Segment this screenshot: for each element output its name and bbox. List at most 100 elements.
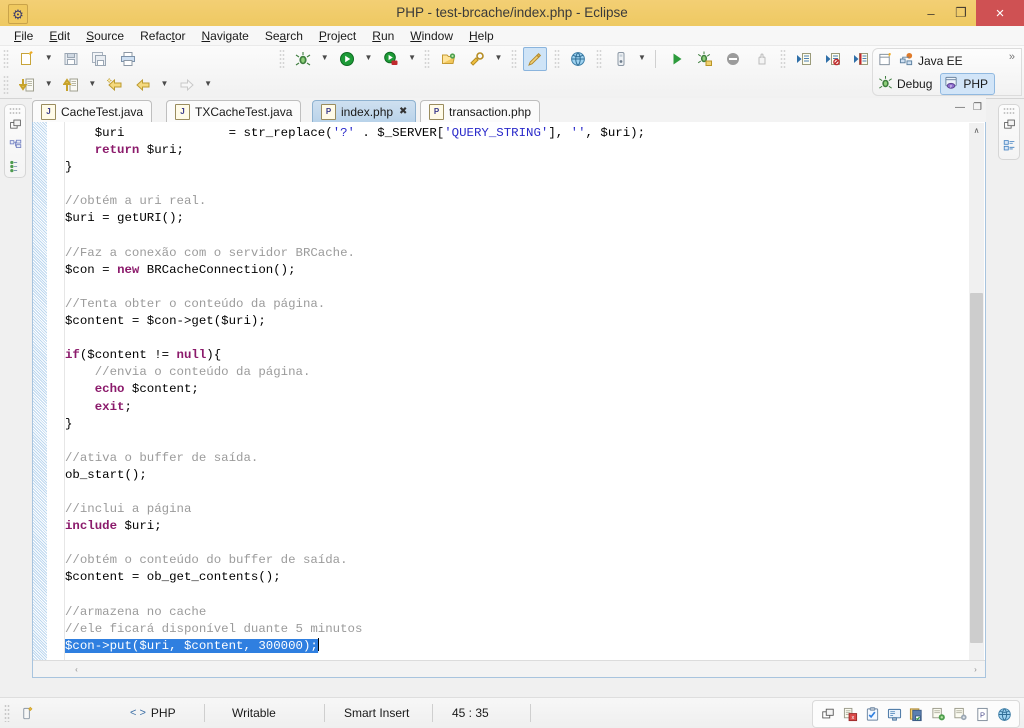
project-explorer-icon[interactable] xyxy=(905,703,927,725)
restore-layout-icon[interactable] xyxy=(817,703,839,725)
perspective-row-1: Java EE xyxy=(873,49,1021,72)
scroll-right-arrow[interactable]: › xyxy=(968,662,983,676)
close-button[interactable]: × xyxy=(976,0,1024,26)
insert-mode-status[interactable]: Smart Insert xyxy=(334,698,430,728)
resume-icon[interactable] xyxy=(665,47,689,71)
browser-view-icon[interactable] xyxy=(993,703,1015,725)
outline-view-icon[interactable] xyxy=(999,135,1019,156)
perspective-overflow-chevron[interactable]: » xyxy=(1009,51,1015,63)
run-last-tool-dropdown-arrow[interactable]: ▼ xyxy=(406,46,418,70)
terminate-icon[interactable] xyxy=(721,47,745,71)
menu-project[interactable]: Project xyxy=(311,28,364,44)
toggle-breakpoint-icon[interactable] xyxy=(609,47,633,71)
debug-perspective-icon[interactable] xyxy=(878,75,893,93)
toolbar-grip-4[interactable] xyxy=(510,49,517,69)
debug-dropdown-arrow[interactable]: ▼ xyxy=(319,46,331,70)
restore-view-icon-right[interactable] xyxy=(999,114,1019,135)
toolbar-grip-2[interactable] xyxy=(279,49,286,69)
menu-window[interactable]: Window xyxy=(402,28,461,44)
php-explorer-icon[interactable] xyxy=(5,135,25,156)
run-icon[interactable] xyxy=(335,47,359,71)
step-over-icon[interactable] xyxy=(821,47,845,71)
minimize-editor-stack-icon[interactable]: — xyxy=(955,102,965,113)
menu-navigate[interactable]: Navigate xyxy=(193,28,256,44)
editor-tab-cachetest-java[interactable]: J CacheTest.java xyxy=(32,100,153,122)
toolbar-grip-6[interactable] xyxy=(596,49,603,69)
print-icon[interactable] xyxy=(116,47,140,71)
search-icon[interactable] xyxy=(465,47,489,71)
toolbar-grip-7[interactable] xyxy=(779,49,786,69)
language-status[interactable]: < > PHP xyxy=(120,698,204,728)
editor-tab-transaction-php[interactable]: P transaction.php xyxy=(420,100,541,122)
vertical-scroll-thumb[interactable] xyxy=(970,293,983,643)
save-icon[interactable] xyxy=(59,47,83,71)
editor-tab-txcachetest-java[interactable]: J TXCacheTest.java xyxy=(166,100,302,122)
perspective-label-java-ee[interactable]: Java EE xyxy=(918,54,963,68)
deploy-in-icon[interactable] xyxy=(927,703,949,725)
deploy-out-icon[interactable] xyxy=(949,703,971,725)
search-dropdown-arrow[interactable]: ▼ xyxy=(493,46,505,70)
code-editor[interactable]: $uri = str_replace('?' . $_SERVER['QUERY… xyxy=(32,122,986,678)
step-return-icon[interactable] xyxy=(849,47,873,71)
forward-icon[interactable] xyxy=(175,73,199,97)
import-icon[interactable] xyxy=(59,73,83,97)
toolbar-grip[interactable] xyxy=(3,49,9,69)
scroll-up-arrow[interactable]: ∧ xyxy=(969,123,984,138)
php-view-icon[interactable]: P xyxy=(971,703,993,725)
open-perspective-icon[interactable] xyxy=(878,52,893,70)
menu-search[interactable]: Search xyxy=(257,28,311,44)
restore-view-icon[interactable] xyxy=(5,114,25,135)
problems-icon[interactable]: x xyxy=(839,703,861,725)
close-icon[interactable]: ✖ xyxy=(399,106,407,117)
annotation-ruler[interactable] xyxy=(33,122,47,676)
run-last-tool-icon[interactable] xyxy=(379,47,403,71)
save-all-icon[interactable] xyxy=(87,47,111,71)
console-icon[interactable] xyxy=(883,703,905,725)
new-wizard-icon[interactable] xyxy=(15,47,39,71)
cursor-position-status[interactable]: 45 : 35 xyxy=(442,698,532,728)
menu-source[interactable]: Source xyxy=(78,28,132,44)
suspend-icon[interactable] xyxy=(750,47,774,71)
perspective-label-debug[interactable]: Debug xyxy=(897,77,932,91)
export-dropdown-arrow[interactable]: ▼ xyxy=(43,72,55,96)
export-icon[interactable] xyxy=(15,73,39,97)
outline-tree-icon[interactable] xyxy=(5,156,25,177)
breakpoint-dropdown-arrow[interactable]: ▼ xyxy=(636,46,648,70)
maximize-button[interactable]: ❐ xyxy=(946,0,976,26)
menu-help[interactable]: Help xyxy=(461,28,502,44)
toolbar-grip-3[interactable] xyxy=(424,49,431,69)
writable-status[interactable]: Writable xyxy=(222,698,322,728)
status-grip[interactable] xyxy=(4,704,10,722)
menu-run[interactable]: Run xyxy=(364,28,402,44)
drag-grip-right[interactable] xyxy=(1003,107,1015,114)
menu-file[interactable]: File xyxy=(6,28,41,44)
scroll-left-arrow[interactable]: ‹ xyxy=(69,662,84,676)
back-dropdown-arrow[interactable]: ▼ xyxy=(158,72,170,96)
menu-edit[interactable]: Edit xyxy=(41,28,78,44)
maximize-editor-stack-icon[interactable]: ❐ xyxy=(973,102,982,113)
debug-icon[interactable] xyxy=(291,47,315,71)
import-dropdown-arrow[interactable]: ▼ xyxy=(86,72,98,96)
back-icon[interactable] xyxy=(131,73,155,97)
debug-step-icon[interactable] xyxy=(693,47,717,71)
java-ee-perspective-icon[interactable] xyxy=(899,52,914,70)
run-dropdown-arrow[interactable]: ▼ xyxy=(362,46,374,70)
minimize-button[interactable]: – xyxy=(916,0,946,26)
tasks-icon[interactable] xyxy=(861,703,883,725)
menu-refactor[interactable]: Refactor xyxy=(132,28,193,44)
drag-grip[interactable] xyxy=(9,107,21,114)
horizontal-scrollbar[interactable]: ‹ › xyxy=(33,660,985,677)
perspective-chip-php[interactable]: p PHP xyxy=(940,72,996,95)
new-dropdown-arrow[interactable]: ▼ xyxy=(43,46,55,70)
vertical-scrollbar[interactable]: ∧ ∨ xyxy=(969,123,984,677)
open-browser-icon[interactable] xyxy=(566,47,590,71)
editor-tab-index-php[interactable]: P index.php ✖ xyxy=(312,100,417,122)
source-code[interactable]: $uri = str_replace('?' . $_SERVER['QUERY… xyxy=(65,125,645,677)
toolbar-grip-r2[interactable] xyxy=(3,75,9,95)
php-editor-icon[interactable] xyxy=(523,47,548,71)
toolbar-grip-5[interactable] xyxy=(553,49,560,69)
open-type-icon[interactable] xyxy=(437,47,461,71)
step-into-icon[interactable] xyxy=(792,47,816,71)
back-with-star-icon[interactable] xyxy=(103,73,127,97)
forward-dropdown-arrow[interactable]: ▼ xyxy=(202,72,214,96)
